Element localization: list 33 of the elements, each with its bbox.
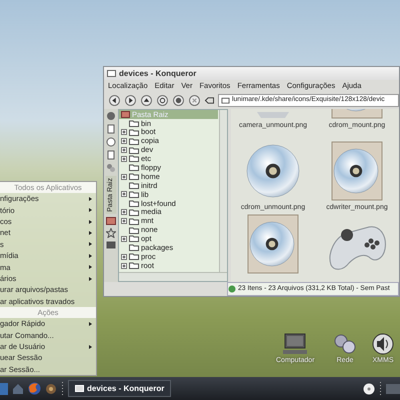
star-icon[interactable] xyxy=(106,228,116,238)
folder-icon xyxy=(221,97,230,104)
network-icon[interactable] xyxy=(333,333,357,355)
back-icon[interactable] xyxy=(108,94,120,106)
reload-icon[interactable] xyxy=(156,94,168,106)
vertical-scrollbar[interactable] xyxy=(219,110,227,272)
globe-icon[interactable] xyxy=(28,382,41,395)
horizontal-scrollbar[interactable] xyxy=(119,272,227,281)
task-button[interactable]: devices - Konqueror xyxy=(68,380,172,397)
stop-icon[interactable] xyxy=(188,94,200,106)
disc-icon[interactable] xyxy=(363,382,375,394)
computer-icon[interactable] xyxy=(283,333,308,355)
status-icon xyxy=(228,285,236,293)
window-icon xyxy=(107,70,116,77)
gear-icon[interactable] xyxy=(45,382,57,394)
window-title: devices - Konqueror xyxy=(119,68,196,80)
forward-icon[interactable] xyxy=(124,94,136,106)
document-icon[interactable] xyxy=(106,150,116,160)
document-icon[interactable] xyxy=(106,124,116,134)
handle-icon[interactable] xyxy=(61,380,64,396)
circle-icon[interactable] xyxy=(106,137,116,147)
speaker-icon[interactable] xyxy=(372,333,394,355)
up-icon[interactable] xyxy=(140,94,152,106)
launcher-icon[interactable] xyxy=(0,382,8,396)
window-icon xyxy=(75,385,84,392)
house-icon[interactable] xyxy=(12,382,24,394)
home-icon[interactable] xyxy=(172,94,184,106)
disc-case-icon xyxy=(245,213,301,275)
clear-address-icon[interactable] xyxy=(204,96,214,105)
drive-icon[interactable] xyxy=(106,240,116,249)
handle-icon[interactable] xyxy=(379,380,382,396)
folder-icon[interactable] xyxy=(106,216,116,225)
disc-case-icon xyxy=(329,140,385,202)
